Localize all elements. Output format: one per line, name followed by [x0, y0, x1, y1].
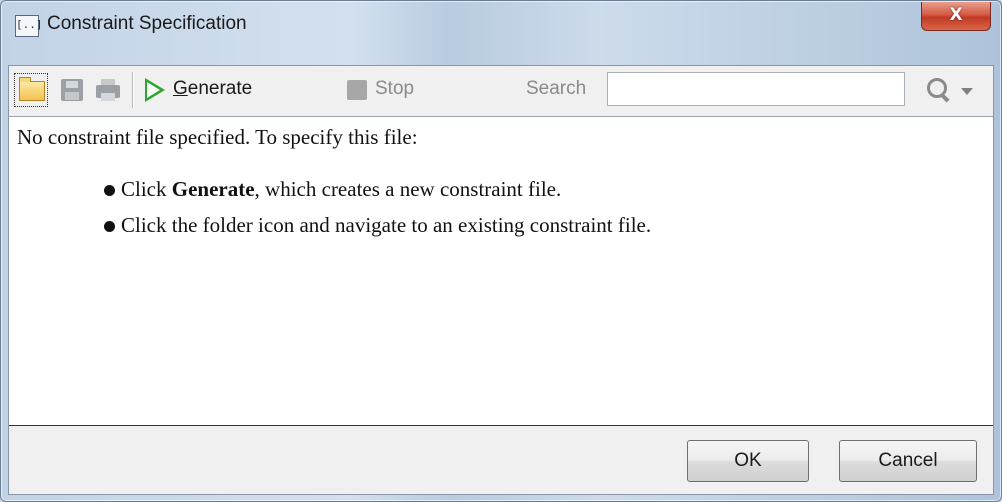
- dialog-client-area: Generate Stop Search No constraint file …: [8, 65, 994, 495]
- stop-button[interactable]: Stop: [343, 74, 443, 106]
- button-bar: OK Cancel: [9, 426, 993, 494]
- search-icon[interactable]: [925, 76, 953, 104]
- bullet-icon: [104, 185, 115, 196]
- list-item: Click the folder icon and navigate to an…: [9, 213, 651, 249]
- instruction-list: Click Generate, which creates a new cons…: [9, 177, 651, 249]
- list-item: Click Generate, which creates a new cons…: [9, 177, 651, 213]
- ok-button[interactable]: OK: [687, 440, 809, 482]
- window-title: Constraint Specification: [47, 13, 247, 34]
- close-button[interactable]: X: [921, 2, 991, 31]
- toolbar-separator: [132, 72, 133, 108]
- save-icon[interactable]: [57, 75, 87, 105]
- intro-text: No constraint file specified. To specify…: [17, 125, 418, 149]
- dialog-window: [..] Constraint Specification X Generate…: [0, 0, 1002, 502]
- search-input[interactable]: [607, 72, 905, 106]
- toolbar: Generate Stop Search: [9, 66, 993, 117]
- folder-icon[interactable]: [14, 73, 48, 107]
- search-label: Search: [526, 78, 587, 99]
- play-icon: [145, 78, 165, 102]
- message-panel: No constraint file specified. To specify…: [9, 117, 993, 426]
- chevron-down-icon[interactable]: [961, 88, 973, 95]
- bullet-icon: [104, 221, 115, 232]
- print-icon[interactable]: [93, 75, 123, 105]
- generate-label: Generate: [173, 78, 253, 99]
- cancel-button[interactable]: Cancel: [839, 440, 977, 482]
- stop-icon: [347, 80, 367, 100]
- generate-button[interactable]: Generate: [141, 74, 325, 106]
- stop-label: Stop: [375, 78, 415, 99]
- title-bar[interactable]: [..] Constraint Specification X: [1, 1, 1001, 59]
- app-icon: [..]: [15, 15, 43, 37]
